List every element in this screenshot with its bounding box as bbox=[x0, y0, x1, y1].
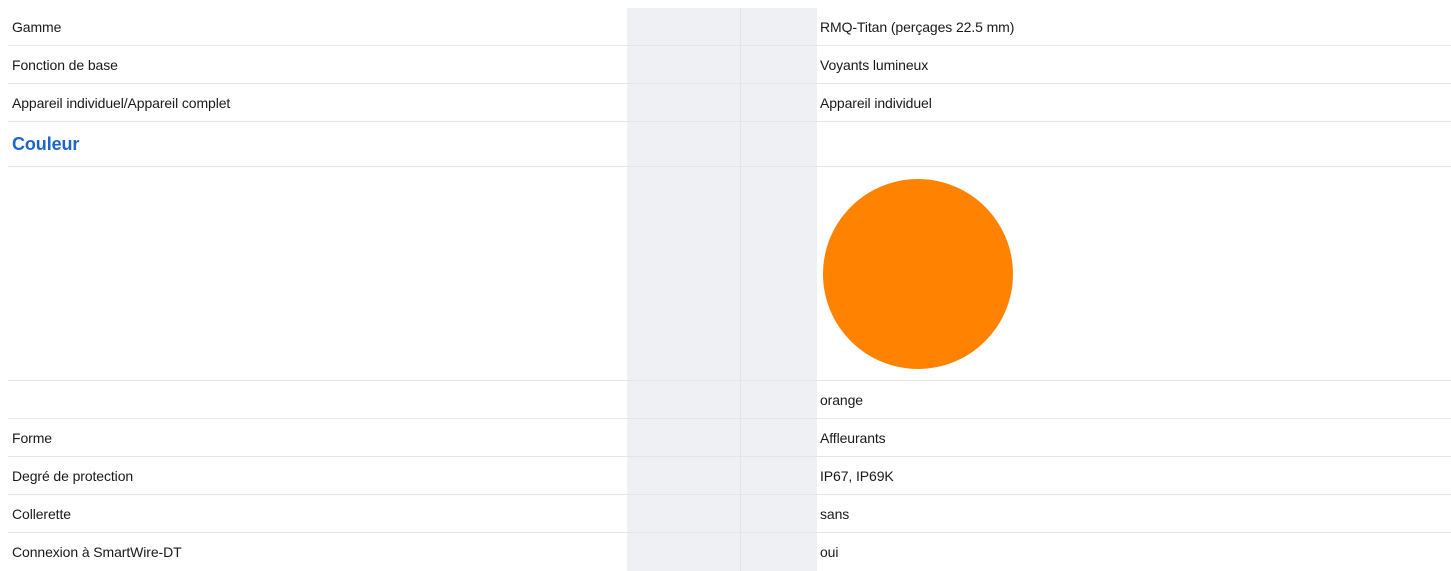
spacer-column bbox=[627, 457, 741, 494]
color-swatch bbox=[823, 178, 1013, 369]
empty-label bbox=[8, 167, 627, 380]
spacer-column bbox=[741, 8, 817, 45]
spacer-column bbox=[627, 495, 741, 532]
attribute-label: Connexion à SmartWire-DT bbox=[12, 544, 182, 560]
section-value-empty bbox=[817, 122, 1451, 166]
section-title: Couleur bbox=[12, 133, 80, 154]
spacer-column bbox=[741, 84, 817, 121]
empty-label bbox=[8, 381, 627, 418]
attribute-value: Affleurants bbox=[820, 429, 886, 446]
attribute-value: IP67, IP69K bbox=[820, 467, 894, 484]
color-swatch-cell bbox=[817, 167, 1451, 380]
attribute-label: Collerette bbox=[12, 505, 71, 522]
spacer-column bbox=[741, 495, 817, 532]
spacer-column bbox=[627, 122, 741, 166]
spacer-column bbox=[627, 419, 741, 456]
spacer-column bbox=[627, 381, 741, 418]
spacer-column bbox=[627, 84, 741, 121]
spacer-column bbox=[627, 167, 741, 380]
spacer-column bbox=[741, 419, 817, 456]
table-row: Connexion à SmartWire-DT oui bbox=[8, 533, 1451, 571]
attribute-label: Forme bbox=[12, 429, 52, 446]
spacer-column bbox=[741, 381, 817, 418]
attribute-value: oui bbox=[820, 544, 839, 560]
attribute-label: Gamme bbox=[12, 18, 62, 35]
attribute-value: RMQ-Titan (perçages 22.5 mm) bbox=[820, 18, 1015, 35]
color-value: orange bbox=[820, 391, 863, 408]
spacer-column bbox=[627, 533, 741, 571]
spacer-column bbox=[627, 46, 741, 83]
spacer-column bbox=[741, 167, 817, 380]
table-row: orange bbox=[8, 381, 1451, 419]
color-swatch-row bbox=[8, 167, 1451, 381]
spacer-column bbox=[741, 533, 817, 571]
attribute-value: Appareil individuel bbox=[820, 94, 932, 111]
table-row: Collerette sans bbox=[8, 495, 1451, 533]
product-attributes-table: Gamme RMQ-Titan (perçages 22.5 mm) Fonct… bbox=[8, 8, 1451, 571]
spacer-column bbox=[741, 122, 817, 166]
table-row: Fonction de base Voyants lumineux bbox=[8, 46, 1451, 84]
spacer-column bbox=[741, 46, 817, 83]
attribute-value: Voyants lumineux bbox=[820, 56, 929, 73]
attribute-label: Degré de protection bbox=[12, 467, 134, 484]
spacer-column bbox=[627, 8, 741, 45]
table-row: Forme Affleurants bbox=[8, 419, 1451, 457]
table-row: Gamme RMQ-Titan (perçages 22.5 mm) bbox=[8, 8, 1451, 46]
table-row: Degré de protection IP67, IP69K bbox=[8, 457, 1451, 495]
section-header-row: Couleur bbox=[8, 122, 1451, 167]
attribute-value: sans bbox=[820, 505, 850, 522]
attribute-label: Appareil individuel/Appareil complet bbox=[12, 94, 231, 111]
attribute-label: Fonction de base bbox=[12, 56, 118, 73]
spacer-column bbox=[741, 457, 817, 494]
table-row: Appareil individuel/Appareil complet App… bbox=[8, 84, 1451, 122]
